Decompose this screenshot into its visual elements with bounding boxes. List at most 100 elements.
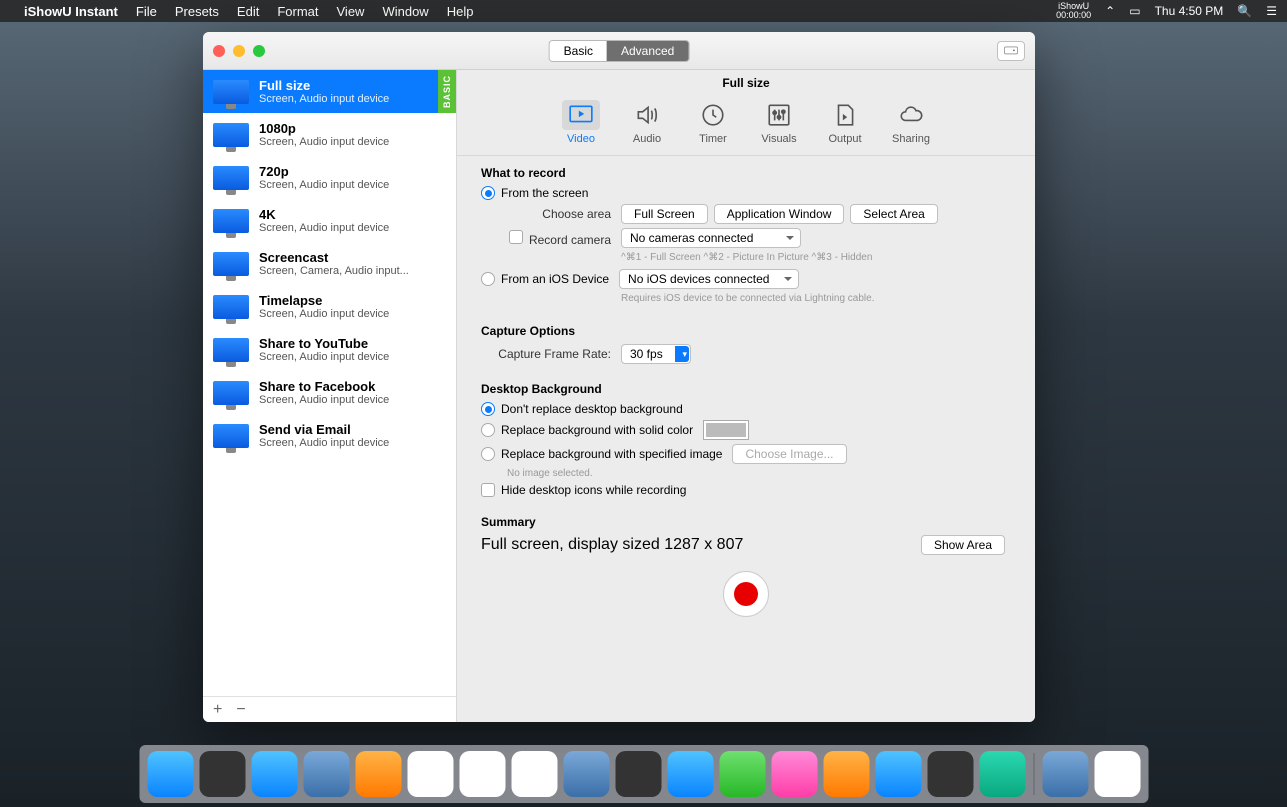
notifications-icon[interactable]: ☰ (1266, 4, 1277, 18)
tab-timer[interactable]: Timer (694, 100, 732, 145)
app-menu[interactable]: iShowU Instant (24, 4, 118, 19)
ios-hint: Requires iOS device to be connected via … (621, 293, 1011, 304)
cloud-icon (898, 102, 924, 128)
file-icon (832, 102, 858, 128)
panel-title: Full size (457, 76, 1035, 90)
dock-ibooks[interactable] (823, 751, 869, 797)
bg-dont-replace-radio[interactable] (481, 402, 495, 416)
dock-maps[interactable] (563, 751, 609, 797)
full-screen-button[interactable]: Full Screen (621, 204, 708, 224)
dock-finder[interactable] (147, 751, 193, 797)
dock-notes[interactable] (459, 751, 505, 797)
menu-window[interactable]: Window (382, 4, 428, 19)
preset-full-size[interactable]: Full sizeScreen, Audio input deviceBASIC (203, 70, 456, 113)
frame-rate-select[interactable]: 30 fps (621, 344, 691, 364)
record-area (457, 571, 1035, 617)
preset-title: Screencast (259, 250, 446, 265)
dock-launchpad[interactable] (199, 751, 245, 797)
hide-icons-checkbox[interactable] (481, 483, 495, 497)
preset-timelapse[interactable]: TimelapseScreen, Audio input device (203, 285, 456, 328)
menu-edit[interactable]: Edit (237, 4, 259, 19)
dock-ishowu[interactable] (979, 751, 1025, 797)
menu-view[interactable]: View (337, 4, 365, 19)
mode-basic[interactable]: Basic (550, 41, 607, 61)
dock-mail[interactable] (303, 751, 349, 797)
zoom-button[interactable] (253, 45, 265, 57)
spotlight-icon[interactable]: 🔍 (1237, 4, 1252, 18)
ios-device-select[interactable]: No iOS devices connected (619, 269, 799, 289)
hide-icons-label: Hide desktop icons while recording (501, 483, 686, 497)
preset-share-to-youtube[interactable]: Share to YouTubeScreen, Audio input devi… (203, 328, 456, 371)
menu-help[interactable]: Help (447, 4, 474, 19)
choose-image-button[interactable]: Choose Image... (732, 444, 846, 464)
monitor-icon (213, 381, 249, 405)
what-to-record-heading: What to record (481, 166, 1011, 180)
close-button[interactable] (213, 45, 225, 57)
dock-downloads[interactable] (1042, 751, 1088, 797)
preset-4k[interactable]: 4KScreen, Audio input device (203, 199, 456, 242)
tab-video[interactable]: Video (562, 100, 600, 145)
remove-preset-button[interactable]: − (236, 701, 245, 719)
expand-button[interactable] (997, 41, 1025, 61)
preset-1080p[interactable]: 1080pScreen, Audio input device (203, 113, 456, 156)
preset-subtitle: Screen, Audio input device (259, 351, 446, 363)
record-camera-checkbox[interactable] (509, 230, 523, 244)
dock-messages[interactable] (667, 751, 713, 797)
application-window-button[interactable]: Application Window (714, 204, 845, 224)
no-image-hint: No image selected. (481, 468, 1011, 479)
menu-format[interactable]: Format (277, 4, 318, 19)
mode-segmented: Basic Advanced (549, 40, 690, 62)
tab-output[interactable]: Output (826, 100, 864, 145)
minimize-button[interactable] (233, 45, 245, 57)
play-icon (568, 102, 594, 128)
from-screen-radio[interactable] (481, 186, 495, 200)
mode-advanced[interactable]: Advanced (607, 41, 688, 61)
basic-badge: BASIC (438, 70, 456, 113)
bluetooth-icon[interactable]: ⌃ (1105, 4, 1115, 18)
bg-color-well[interactable] (703, 420, 749, 440)
tab-audio[interactable]: Audio (628, 100, 666, 145)
record-button[interactable] (723, 571, 769, 617)
preset-720p[interactable]: 720pScreen, Audio input device (203, 156, 456, 199)
preset-subtitle: Screen, Camera, Audio input... (259, 265, 446, 277)
from-screen-label: From the screen (501, 186, 588, 200)
clock[interactable]: Thu 4:50 PM (1155, 4, 1224, 18)
dock-preferences[interactable] (927, 751, 973, 797)
preset-title: Full size (259, 78, 446, 93)
dock-calendar[interactable] (407, 751, 453, 797)
main-panel: Full size Video Audio Timer Visuals Outp… (457, 70, 1035, 722)
status-ishowu[interactable]: iShowU00:00:00 (1056, 2, 1091, 20)
preset-subtitle: Screen, Audio input device (259, 93, 446, 105)
preset-subtitle: Screen, Audio input device (259, 394, 446, 406)
dock-contacts[interactable] (355, 751, 401, 797)
bg-solid-radio[interactable] (481, 423, 495, 437)
preset-title: 4K (259, 207, 446, 222)
dock-itunes[interactable] (771, 751, 817, 797)
menu-file[interactable]: File (136, 4, 157, 19)
record-camera-label: Record camera (529, 233, 611, 247)
menu-presets[interactable]: Presets (175, 4, 219, 19)
tab-sharing[interactable]: Sharing (892, 100, 930, 145)
dock-trash[interactable] (1094, 751, 1140, 797)
preset-share-to-facebook[interactable]: Share to FacebookScreen, Audio input dev… (203, 371, 456, 414)
preset-list: Full sizeScreen, Audio input deviceBASIC… (203, 70, 456, 696)
add-preset-button[interactable]: + (213, 701, 222, 719)
dock-facetime[interactable] (719, 751, 765, 797)
camera-select[interactable]: No cameras connected (621, 228, 801, 248)
app-window: Basic Advanced Full sizeScreen, Audio in… (203, 32, 1035, 722)
select-area-button[interactable]: Select Area (850, 204, 937, 224)
preset-screencast[interactable]: ScreencastScreen, Camera, Audio input... (203, 242, 456, 285)
preset-send-via-email[interactable]: Send via EmailScreen, Audio input device (203, 414, 456, 457)
preset-subtitle: Screen, Audio input device (259, 437, 446, 449)
preset-title: Share to YouTube (259, 336, 446, 351)
dock-appstore[interactable] (875, 751, 921, 797)
tab-visuals[interactable]: Visuals (760, 100, 798, 145)
dock-reminders[interactable] (511, 751, 557, 797)
show-area-button[interactable]: Show Area (921, 535, 1005, 555)
from-ios-radio[interactable] (481, 272, 495, 286)
airplay-icon[interactable]: ▭ (1129, 4, 1140, 18)
bg-image-radio[interactable] (481, 447, 495, 461)
monitor-icon (213, 123, 249, 147)
dock-photos[interactable] (615, 751, 661, 797)
dock-safari[interactable] (251, 751, 297, 797)
